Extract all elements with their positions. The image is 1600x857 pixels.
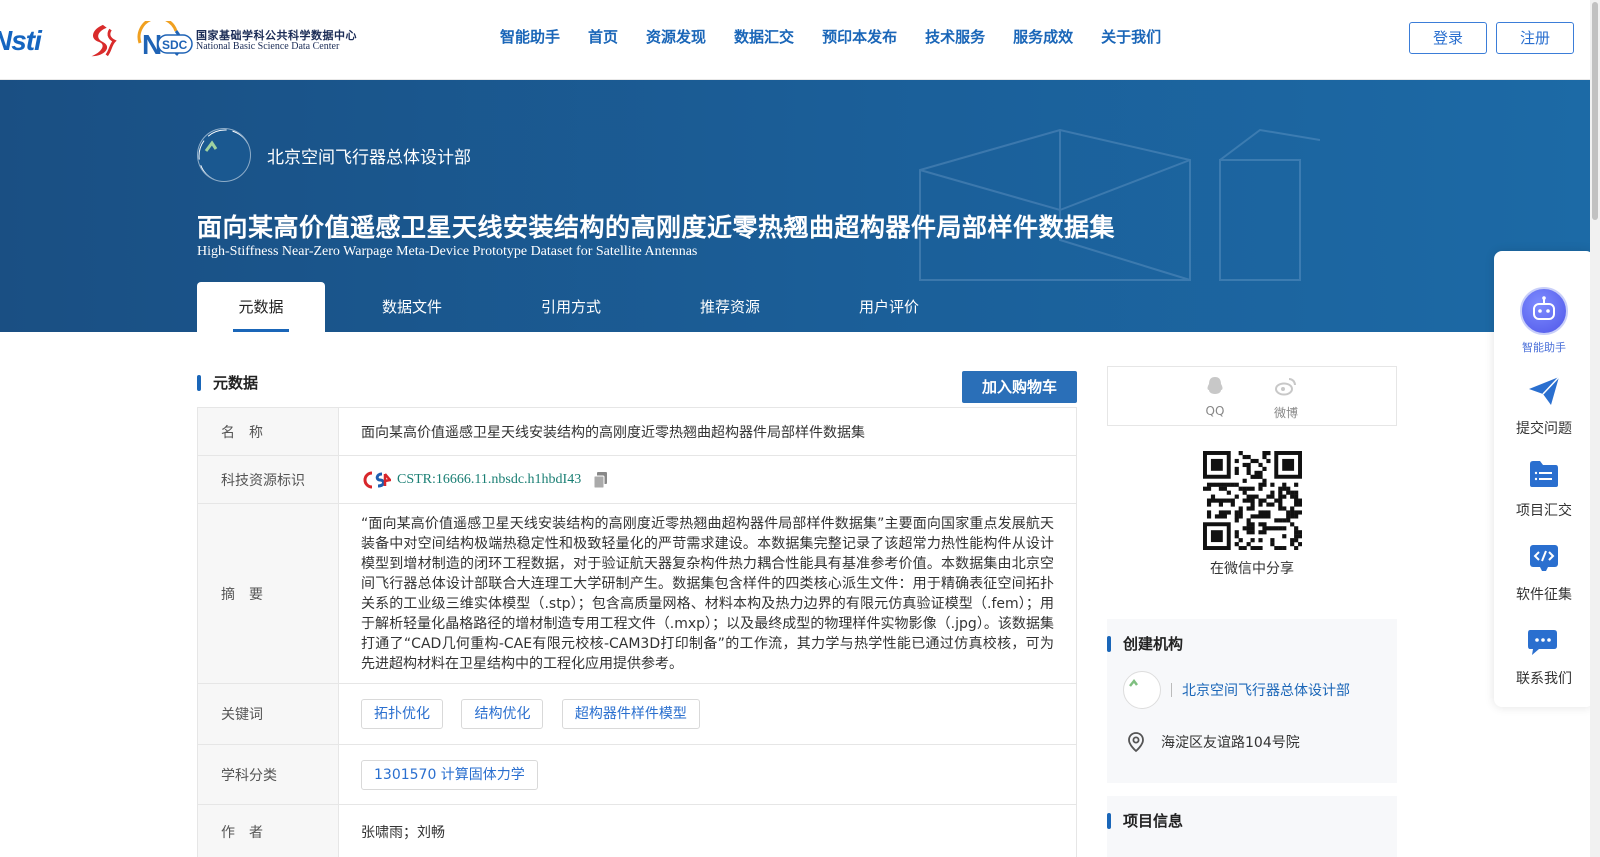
section-marker — [197, 374, 201, 391]
section-marker — [1107, 812, 1111, 829]
share-panel: QQ 微博 — [1107, 366, 1397, 426]
metadata-table: 名 称 面向某高价值遥感卫星天线安装结构的高刚度近零热翘曲超构器件局部样件数据集… — [197, 407, 1077, 857]
institution-card: 创建机构 北京空间飞行器总体设计部 海淀区友谊路104号院 — [1107, 619, 1397, 783]
float-project-submission[interactable]: 项目汇交 — [1494, 459, 1594, 520]
main-nav: 智能助手 首页 资源发现 数据汇交 预印本发布 技术服务 服务成效 关于我们 — [500, 26, 1189, 47]
keyword-tag[interactable]: 超构器件样件模型 — [561, 699, 700, 729]
float-software-collection[interactable]: 软件征集 — [1494, 543, 1594, 604]
institution-title: 创建机构 — [1123, 635, 1184, 653]
float-contact-us-label: 联系我们 — [1516, 671, 1572, 687]
page: Nsti N SDC 国家基础学科公共科学数据中心 National Basic… — [0, 0, 1600, 857]
section-marker — [1107, 635, 1111, 652]
nsti-logo[interactable]: Nsti — [0, 25, 66, 57]
name-value: 面向某高价值遥感卫星天线安装结构的高刚度近零热翘曲超构器件局部样件数据集 — [338, 407, 1077, 456]
floating-service-menu: 智能助手 提交问题 项目汇交 软件征集 联系我们 — [1494, 251, 1594, 707]
institution-logo — [1123, 671, 1161, 709]
tab-user-reviews[interactable]: 用户评价 — [817, 282, 961, 332]
abstract-text: “面向某高价值遥感卫星天线安装结构的高刚度近零热翘曲超构器件局部样件数据集”主要… — [361, 515, 1054, 672]
project-title: 项目信息 — [1123, 812, 1184, 830]
cstr-identifier: CSTR:16666.11.nbsdc.h1hbdI43 — [361, 470, 1054, 490]
keyword-tag[interactable]: 拓扑优化 — [361, 699, 443, 729]
authors-value: 张啸雨；刘畅 — [338, 804, 1077, 857]
top-navigation-bar: Nsti N SDC 国家基础学科公共科学数据中心 National Basic… — [0, 0, 1600, 80]
nav-tech-services[interactable]: 技术服务 — [925, 26, 985, 47]
table-row: 名 称 面向某高价值遥感卫星天线安装结构的高刚度近零热翘曲超构器件局部样件数据集 — [197, 407, 1077, 456]
project-card: 项目信息 — [1107, 796, 1397, 857]
nsdc-badge-icon: N SDC — [137, 21, 193, 60]
wechat-share-label: 在微信中分享 — [1210, 561, 1294, 577]
org-name[interactable]: 北京空间飞行器总体设计部 — [267, 143, 471, 168]
nsdc-logo-en: National Basic Science Data Center — [196, 40, 340, 52]
share-weibo[interactable]: 微博 — [1266, 375, 1306, 421]
table-row: 摘 要 “面向某高价值遥感卫星天线安装结构的高刚度近零热翘曲超构器件局部样件数据… — [197, 503, 1077, 684]
copy-icon[interactable] — [593, 471, 609, 489]
float-contact-us[interactable]: 联系我们 — [1494, 627, 1594, 688]
table-row: 科技资源标识 CSTR:16666.11.nbsdc.h1hbdI43 — [197, 455, 1077, 504]
paper-plane-icon — [1529, 376, 1560, 405]
org-logo — [197, 128, 251, 182]
dataset-title: 面向某高价值遥感卫星天线安装结构的高刚度近零热翘曲超构器件局部样件数据集 — [197, 213, 1116, 242]
login-button[interactable]: 登录 — [1409, 22, 1487, 54]
cstr-logo-icon — [363, 471, 391, 488]
red-s-logo[interactable] — [82, 22, 120, 60]
abstract-label: 摘 要 — [197, 503, 339, 684]
dataset-banner: 北京空间飞行器总体设计部 面向某高价值遥感卫星天线安装结构的高刚度近零热翘曲超构… — [0, 80, 1600, 332]
banner-org: 北京空间飞行器总体设计部 — [197, 128, 471, 182]
nav-service-results[interactable]: 服务成效 — [1013, 26, 1073, 47]
nav-about[interactable]: 关于我们 — [1101, 26, 1161, 47]
tab-citation[interactable]: 引用方式 — [499, 282, 643, 332]
location-pin-icon — [1128, 732, 1144, 753]
keyword-tag[interactable]: 结构优化 — [461, 699, 544, 729]
code-icon — [1530, 545, 1558, 571]
svg-text:SDC: SDC — [162, 38, 188, 52]
dataset-tabs: 元数据 数据文件 引用方式 推荐资源 用户评价 — [197, 282, 961, 332]
divider — [1171, 683, 1172, 697]
page-scrollbar[interactable] — [1590, 0, 1600, 857]
keywords-label: 关键词 — [197, 683, 339, 745]
name-label: 名 称 — [197, 407, 339, 456]
qq-icon — [1207, 377, 1223, 394]
folder-list-icon — [1530, 461, 1558, 487]
robot-icon — [1520, 287, 1568, 335]
metadata-section-header: 元数据 — [197, 372, 258, 393]
metadata-section-title: 元数据 — [213, 374, 259, 392]
subject-tag[interactable]: 1301570 计算固体力学 — [361, 759, 538, 790]
table-row: 关键词 拓扑优化 结构优化 超构器件样件模型 — [197, 683, 1077, 745]
float-submit-question-label: 提交问题 — [1516, 421, 1572, 437]
tab-recommended[interactable]: 推荐资源 — [643, 282, 817, 332]
subject-label: 学科分类 — [197, 744, 339, 805]
nav-data-submission[interactable]: 数据汇交 — [734, 26, 794, 47]
nav-home[interactable]: 首页 — [588, 26, 618, 47]
chat-icon — [1528, 630, 1557, 655]
nav-resource-discovery[interactable]: 资源发现 — [646, 26, 706, 47]
tab-metadata[interactable]: 元数据 — [197, 282, 325, 332]
nsdc-logo[interactable]: N SDC 国家基础学科公共科学数据中心 National Basic Scie… — [136, 21, 357, 61]
cstr-id-link[interactable]: CSTR:16666.11.nbsdc.h1hbdI43 — [397, 472, 581, 488]
tab-data-files[interactable]: 数据文件 — [325, 282, 499, 332]
scrollbar-thumb[interactable] — [1592, 2, 1598, 220]
nav-preprint[interactable]: 预印本发布 — [822, 26, 897, 47]
float-ai-assistant-label: 智能助手 — [1522, 341, 1566, 354]
weibo-icon — [1275, 378, 1296, 396]
identifier-label: 科技资源标识 — [197, 455, 339, 504]
weibo-label: 微博 — [1273, 406, 1298, 420]
float-project-submission-label: 项目汇交 — [1516, 503, 1572, 519]
share-qq[interactable]: QQ — [1195, 375, 1235, 418]
table-row: 学科分类 1301570 计算固体力学 — [197, 744, 1077, 805]
institution-address: 海淀区友谊路104号院 — [1161, 735, 1300, 751]
logo-group: Nsti N SDC 国家基础学科公共科学数据中心 National Basic… — [0, 18, 357, 64]
wechat-qr-code — [1203, 451, 1302, 550]
institution-name-link[interactable]: 北京空间飞行器总体设计部 — [1182, 680, 1350, 700]
register-button[interactable]: 注册 — [1496, 22, 1574, 54]
table-row: 作 者 张啸雨；刘畅 — [197, 804, 1077, 857]
float-software-collection-label: 软件征集 — [1516, 587, 1572, 603]
float-submit-question[interactable]: 提交问题 — [1494, 375, 1594, 438]
nsdc-logo-cn: 国家基础学科公共科学数据中心 — [196, 28, 357, 42]
nav-ai-assistant[interactable]: 智能助手 — [500, 26, 560, 47]
add-to-cart-button[interactable]: 加入购物车 — [962, 371, 1077, 403]
qq-label: QQ — [1205, 404, 1225, 418]
authors-label: 作 者 — [197, 804, 339, 857]
dataset-subtitle: High-Stiffness Near-Zero Warpage Meta-De… — [197, 244, 698, 259]
float-ai-assistant[interactable]: 智能助手 — [1494, 287, 1594, 355]
